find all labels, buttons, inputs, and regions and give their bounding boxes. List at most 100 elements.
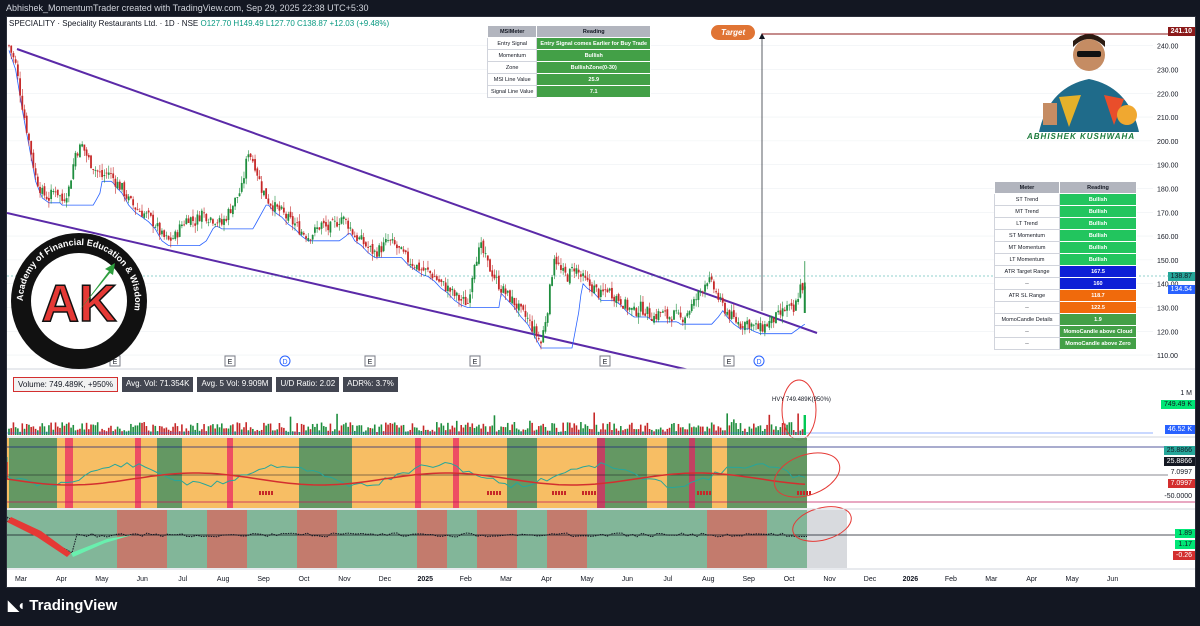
avg5-volume-stat: Avg. 5 Vol: 9.909M (197, 377, 273, 392)
candle-body (165, 235, 168, 237)
candle-body (396, 244, 398, 249)
meter-row-value: 160 (1059, 277, 1137, 290)
volume-bar (362, 431, 365, 435)
msi-dash-marker (496, 491, 498, 495)
candle-body (790, 302, 793, 306)
candle-body (433, 276, 436, 278)
candle-body (495, 276, 498, 278)
candle-body (384, 238, 387, 243)
candle-body (30, 141, 33, 155)
time-tick-label: May (580, 576, 594, 583)
candle-body (786, 305, 788, 311)
meter-row-value: 1.9 (1059, 313, 1137, 326)
volume-bar (748, 426, 751, 435)
candle-body (777, 310, 780, 313)
volume-bar (369, 428, 372, 435)
candle-body (231, 205, 234, 215)
candle-body (320, 222, 323, 229)
candle-body (639, 301, 642, 312)
candle-body (588, 279, 591, 286)
volume-bar (134, 425, 137, 435)
candle-body (251, 158, 254, 162)
candle-body (460, 299, 463, 301)
event-marker: D (753, 355, 765, 367)
price-tick-label: 240.00 (1157, 44, 1179, 51)
candle-body (149, 212, 152, 216)
candle-body (752, 324, 755, 326)
msi-row-value: 25.9 (536, 73, 652, 86)
volume-bar (167, 429, 170, 435)
volume-bar (59, 427, 61, 435)
msi-dash-marker (800, 491, 802, 495)
candle-body (263, 190, 265, 196)
msi-row-value: Bullish (536, 49, 652, 62)
volume-bar (713, 424, 715, 435)
candle-body (535, 326, 538, 337)
volume-bar (176, 426, 179, 435)
volume-bar (604, 429, 607, 435)
candle-body (322, 220, 325, 224)
volume-bar (480, 428, 482, 435)
candle-body (407, 251, 409, 263)
volume-bar (132, 426, 134, 435)
price-tick-label: 190.00 (1157, 163, 1179, 170)
volume-bar (203, 424, 205, 435)
candle-body (172, 238, 174, 240)
candle-body (471, 277, 474, 293)
msi-dash-marker (268, 491, 270, 495)
msi-band-bullish (9, 438, 57, 508)
candle-body (118, 181, 121, 190)
candle-body (783, 309, 786, 312)
volume-bar (79, 428, 81, 435)
volume-bar (453, 427, 456, 435)
volume-bar (34, 428, 37, 435)
candle-body (212, 219, 214, 224)
msi-dash-marker (585, 491, 587, 495)
meter-row-value: MomoCandle above Cloud (1059, 325, 1137, 338)
msi-dash-marker (259, 491, 261, 495)
candle-body (706, 283, 709, 287)
meter-row-value: 118.7 (1059, 289, 1137, 302)
candle-body (276, 204, 279, 207)
volume-bar (648, 429, 651, 435)
meter-row-label: LT Momentum (994, 253, 1060, 266)
volume-bar (422, 425, 425, 435)
volume-bar (644, 425, 646, 435)
candle-body (325, 222, 327, 227)
volume-bar (717, 426, 720, 435)
candle-body (333, 220, 336, 222)
candle-body (515, 303, 518, 309)
volume-bar (322, 426, 325, 435)
volume-bar (256, 429, 259, 435)
candle-body (646, 306, 649, 315)
signal-value-label: 7.0997 (1167, 468, 1195, 477)
volume-last-label: 749.49 K (1160, 400, 1195, 409)
candle-body (555, 256, 558, 265)
tradingview-brand[interactable]: ◣◖ TradingView (8, 597, 117, 614)
volume-bar (65, 423, 68, 435)
event-marker-label: E (473, 359, 478, 366)
candle-body (130, 196, 132, 199)
volume-bar (318, 430, 321, 435)
volume-bar (28, 424, 30, 435)
candle-body (136, 209, 139, 211)
meter-row-label: MT Trend (994, 205, 1060, 218)
volume-bar (662, 429, 664, 435)
candle-body (484, 253, 487, 255)
volume-bar (260, 429, 263, 435)
volume-bar (336, 413, 338, 435)
volume-bar (679, 427, 682, 435)
volume-bar (655, 429, 658, 435)
chart-area[interactable]: SPECIALITY · Speciality Restaurants Ltd.… (6, 16, 1196, 588)
candle-body (724, 302, 726, 314)
volume-bar (537, 426, 540, 435)
candle-body (141, 210, 143, 217)
volume-bar (424, 429, 427, 435)
momo-band-bearish (547, 510, 587, 568)
candle-body (393, 240, 396, 245)
candle-body (218, 217, 221, 223)
price-tick-label: 180.00 (1157, 186, 1179, 193)
meter-row-label: -- (994, 325, 1060, 338)
time-tick-label: Mar (985, 576, 998, 583)
candle-body (803, 286, 806, 313)
